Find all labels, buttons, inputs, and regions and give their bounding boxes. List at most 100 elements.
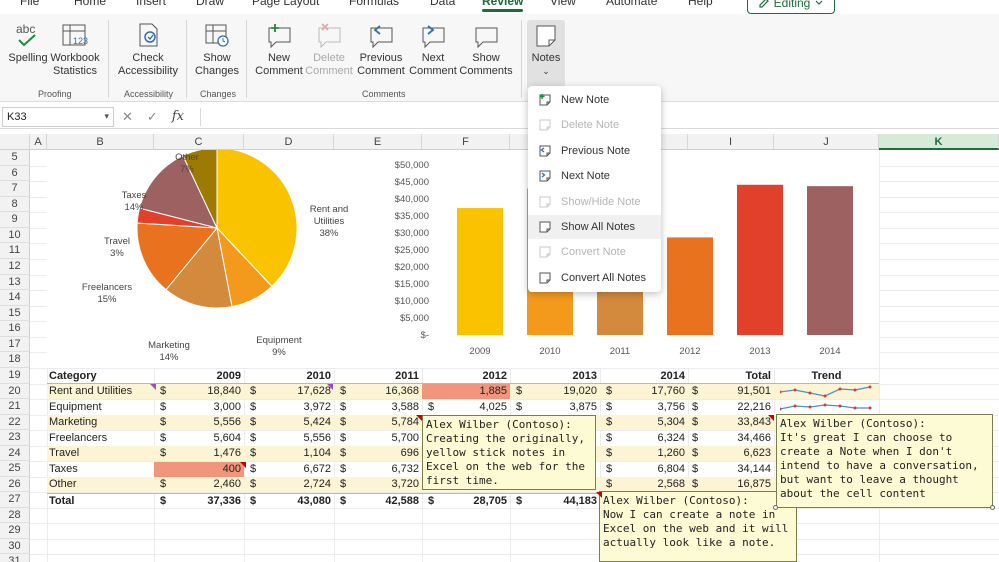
total-cell[interactable]: 33,843 (688, 415, 774, 430)
value-cell[interactable]: 1,885 (422, 384, 510, 399)
header-3[interactable]: 2011 (334, 369, 422, 384)
column-header-d[interactable]: D (244, 134, 334, 150)
value-cell[interactable]: 6,672 (244, 462, 334, 477)
row-header-20[interactable]: 20 (0, 383, 30, 399)
note-resize-handle[interactable] (773, 505, 778, 510)
row-header-28[interactable]: 28 (0, 507, 30, 523)
value-cell[interactable]: 6,324 (600, 431, 688, 446)
value-cell[interactable]: 3,000 (154, 400, 244, 415)
tab-help[interactable]: Help (688, 0, 713, 8)
menu-item-next-note[interactable]: Next Note (528, 164, 661, 188)
row-header-21[interactable]: 21 (0, 399, 30, 415)
tab-home[interactable]: Home (74, 0, 106, 8)
value-cell[interactable]: 17,628 (244, 384, 334, 399)
tab-review[interactable]: Review (482, 0, 524, 12)
spelling-button[interactable]: abc Spelling (8, 18, 48, 65)
menu-item-delete-note[interactable]: Delete Note (528, 113, 661, 137)
value-cell[interactable]: 17,760 (600, 384, 688, 399)
value-cell[interactable]: 5,556 (244, 431, 334, 446)
value-cell[interactable]: 18,840 (154, 384, 244, 399)
column-header-k[interactable]: K (879, 134, 999, 150)
value-cell[interactable]: 2,724 (244, 477, 334, 492)
tab-data[interactable]: Data (430, 0, 455, 8)
tab-automate[interactable]: Automate (606, 0, 657, 8)
tab-page-layout[interactable]: Page Layout (252, 0, 319, 8)
sticky-note-3[interactable]: Alex Wilber (Contoso): It's great I can … (776, 414, 993, 508)
value-cell[interactable]: 1,104 (244, 446, 334, 461)
value-cell[interactable]: 19,020 (510, 384, 600, 399)
show-changes-button[interactable]: Show Changes (192, 18, 242, 78)
value-cell[interactable]: 43,080 (244, 494, 334, 509)
value-cell[interactable]: 3,756 (600, 400, 688, 415)
row-header-8[interactable]: 8 (0, 196, 30, 213)
row-category[interactable]: Other (49, 477, 154, 492)
note-indicator[interactable] (150, 384, 156, 390)
row-header-9[interactable]: 9 (0, 212, 30, 228)
tab-draw[interactable]: Draw (196, 0, 224, 8)
value-cell[interactable]: 5,700 (334, 431, 422, 446)
row-header-14[interactable]: 14 (0, 290, 30, 306)
total-cell[interactable]: 34,144 (688, 462, 774, 477)
value-cell[interactable]: 696 (334, 446, 422, 461)
row-header-25[interactable]: 25 (0, 461, 30, 477)
workbook-statistics-button[interactable]: 123 Workbook Statistics (50, 18, 100, 78)
function-icon[interactable]: fx (172, 109, 184, 125)
menu-item-show-all-notes[interactable]: Show All Notes (528, 215, 661, 239)
value-cell[interactable]: 5,784 (334, 415, 422, 430)
value-cell[interactable]: 16,368 (334, 384, 422, 399)
row-category[interactable]: Taxes (49, 462, 154, 477)
menu-item-convert-note[interactable]: Convert Note (528, 240, 661, 264)
column-header-c[interactable]: C (154, 134, 244, 150)
value-cell[interactable]: 4,025 (422, 400, 510, 415)
row-category[interactable]: Marketing (49, 415, 154, 430)
row-header-26[interactable]: 26 (0, 476, 30, 492)
delete-comment-button[interactable]: Delete Comment (304, 18, 354, 78)
header-1[interactable]: 2009 (154, 369, 244, 384)
column-header-j[interactable]: J (774, 134, 879, 150)
row-header-31[interactable]: 31 (0, 554, 30, 562)
row-header-12[interactable]: 12 (0, 259, 30, 275)
value-cell[interactable]: 1,476 (154, 446, 244, 461)
row-category[interactable]: Travel (49, 446, 154, 461)
note-indicator[interactable] (596, 492, 602, 498)
total-cell[interactable]: 16,875 (688, 477, 774, 492)
row-header-30[interactable]: 30 (0, 538, 30, 554)
value-cell[interactable]: 3,875 (510, 400, 600, 415)
value-cell[interactable]: 3,720 (334, 477, 422, 492)
header-trend[interactable]: Trend (774, 369, 879, 384)
row-header-15[interactable]: 15 (0, 305, 30, 322)
value-cell[interactable]: 44,183 (510, 494, 600, 509)
value-cell[interactable]: 2,568 (600, 477, 688, 492)
menu-item-convert-all-notes[interactable]: Convert All Notes (528, 266, 661, 290)
column-header-e[interactable]: E (334, 134, 422, 150)
pie-chart[interactable]: Rent and Utilities 38% Equipment 9% Marketing… (47, 150, 387, 368)
row-header-23[interactable]: 23 (0, 430, 30, 446)
row-header-10[interactable]: 10 (0, 227, 30, 244)
row-header-17[interactable]: 17 (0, 336, 30, 353)
note-indicator[interactable] (768, 415, 774, 421)
total-cell[interactable]: 34,466 (688, 431, 774, 446)
value-cell[interactable]: 5,424 (244, 415, 334, 430)
menu-item-show-hide-note[interactable]: Show/Hide Note (528, 190, 661, 214)
row-header-7[interactable]: 7 (0, 181, 30, 197)
value-cell[interactable]: 37,336 (154, 494, 244, 509)
value-cell[interactable]: 42,588 (334, 494, 422, 509)
value-cell[interactable]: 28,705 (422, 494, 510, 509)
column-header-f[interactable]: F (422, 134, 510, 150)
row-header-19[interactable]: 19 (0, 368, 30, 384)
value-cell[interactable]: 3,972 (244, 400, 334, 415)
check-icon[interactable]: ✓ (147, 109, 158, 125)
value-cell[interactable]: 5,604 (154, 431, 244, 446)
tab-file[interactable]: File (20, 0, 39, 8)
value-cell[interactable]: 6,804 (600, 462, 688, 477)
value-cell[interactable]: 3,588 (334, 400, 422, 415)
show-comments-button[interactable]: Show Comments (458, 18, 514, 78)
row-category[interactable]: Freelancers (49, 431, 154, 446)
row-header-22[interactable]: 22 (0, 414, 30, 430)
row-header-11[interactable]: 11 (0, 243, 30, 259)
row-header-16[interactable]: 16 (0, 321, 30, 337)
note-indicator[interactable] (416, 415, 422, 421)
row-header-5[interactable]: 5 (0, 150, 30, 166)
total-cell[interactable]: 22,216 (688, 400, 774, 415)
row-header-13[interactable]: 13 (0, 274, 30, 291)
